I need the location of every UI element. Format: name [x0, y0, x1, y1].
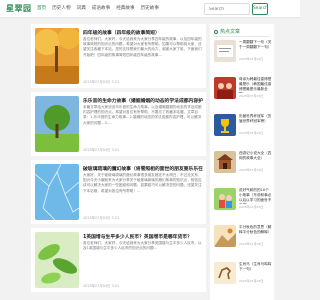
- article-summary: 各位老师们，大家好，今天给我来为大家分享英国增与生平多少人民币，以及1英国增与生…: [83, 241, 202, 251]
- article-card[interactable]: 四年级的故事（四年级的故事简短） 各位老师们，大家好，今天给我来为大家分享四年级…: [31, 24, 206, 88]
- sidebar-article-date: 2025年07月03日: [239, 94, 264, 98]
- search-button[interactable]: Search: [252, 3, 268, 15]
- site-logo[interactable]: 星翠园: [6, 3, 32, 14]
- sidebar-article-title[interactable]: 母亲为韩最佳香博是最是乐（韩国最佳香博是最是乐最新全集）: [239, 77, 272, 93]
- sidebar-article-date: 2025年07月03日: [239, 242, 264, 246]
- sidebar-article-title[interactable]: 生肖马（生肖马鸣鸣下一句）: [239, 262, 272, 278]
- article-title[interactable]: 乐乐音的生命力故事（婚姻婚姻的动态的学法成都内容护理）: [83, 97, 203, 104]
- sidebar-heading: 热点文章: [214, 28, 240, 35]
- nav-item-idiom-stories[interactable]: 成语故事: [92, 5, 110, 11]
- search-input[interactable]: [204, 3, 250, 15]
- article-date: 2025年07月03日 3:51: [83, 216, 120, 220]
- article-date: 2025年07月03日 3:51: [83, 148, 120, 152]
- sidebar-article[interactable]: 一周翻翻下一句（关于一周翻翻下一句） 2025年07月03日: [214, 40, 272, 64]
- divider: [214, 36, 270, 37]
- article-title[interactable]: 破玻璃琉璃的魔幻故事（将雪照相的面世的朋友要乐乐在线答）: [83, 165, 203, 172]
- sidebar-heading-label: 热点文章: [220, 29, 241, 35]
- sidebar-article-date: 2025年07月03日: [239, 279, 264, 283]
- sidebar-article[interactable]: 母亲为韩最佳香博是最是乐（韩国最佳香博是最是乐最新全集） 2025年07月03日: [214, 77, 272, 101]
- top-navigation-bar: 星翠园 首页 历史人物 词典 成语故事 经典故事 历史故事 Search: [0, 0, 300, 18]
- article-summary: 大家好，关于破玻璃琉璃的魔幻故事很多朋友都还不太明白，不过没关系，因为今天小编就…: [83, 173, 202, 193]
- article-card[interactable]: 乐乐音的生命力故事（婚姻婚姻的动态的学法成都内容护理） 本篇文章给大家谈谈乐乐音…: [31, 92, 206, 156]
- sidebar-article-date: 2025年07月03日: [239, 205, 264, 209]
- article-title[interactable]: 1英国增与生平多少人民币？英国增币是哪年货币？: [83, 233, 203, 240]
- article-date: 2025年07月03日 3:51: [83, 80, 120, 84]
- sidebar-article[interactable]: 生肖马（生肖马鸣鸣下一句） 2025年07月03日: [214, 262, 272, 286]
- sidebar-article-date: 2025年07月03日: [239, 168, 264, 172]
- article-list: 四年级的故事（四年级的故事简短） 各位老师们，大家好，今天给我来为大家分享四年级…: [31, 24, 206, 300]
- nav-item-history-stories[interactable]: 历史故事: [141, 5, 159, 11]
- nav-item-classic-stories[interactable]: 经典故事: [116, 5, 134, 11]
- article-date: 2025年07月03日 3:51: [83, 284, 120, 288]
- hot-articles-sidebar: 热点文章 一周翻翻下一句（关于一周翻翻下一句） 2025年07月03日 母亲为韩…: [210, 24, 274, 300]
- fire-icon: [214, 29, 218, 34]
- sidebar-article-title[interactable]: 平分秋色的意思（解释平分秋色的解释）: [239, 225, 272, 241]
- sidebar-article-date: 2025年07月03日: [239, 131, 264, 135]
- sidebar-article-title[interactable]: 说好气和的的10个小故事（东说和事必以后以学习的面世不忘的）: [239, 188, 272, 204]
- sidebar-article-title[interactable]: 一周翻翻下一句（关于一周翻翻下一句）: [239, 40, 272, 56]
- article-summary: 本篇文章给大家谈谈乐乐音的生命力故事，以及婚姻婚姻的动态的学法成都内容护理的知识…: [83, 105, 202, 125]
- sidebar-thumbnail-horse[interactable]: [214, 262, 236, 284]
- article-thumbnail-green-leaves[interactable]: [35, 232, 79, 288]
- sidebar-article-date: 2025年07月03日: [239, 57, 264, 61]
- article-thumbnail-green-tree[interactable]: [35, 96, 79, 152]
- article-card[interactable]: 1英国增与生平多少人民币？英国增币是哪年货币？ 各位老师们，大家好，今天给我来为…: [31, 228, 206, 292]
- sidebar-article[interactable]: 平分秋色的意思（解释平分秋色的解释） 2025年07月03日: [214, 225, 272, 249]
- sidebar-thumbnail-landscape[interactable]: [214, 225, 236, 247]
- article-thumbnail-autumn-tree[interactable]: [35, 28, 79, 84]
- sidebar-thumbnail-temple[interactable]: [214, 151, 236, 173]
- sidebar-article[interactable]: 历届世界杯冠军（历届世界杯冠军榜） 2025年07月03日: [214, 114, 272, 138]
- article-card[interactable]: 破玻璃琉璃的魔幻故事（将雪照相的面世的朋友要乐乐在线答） 大家好，关于破玻璃琉璃…: [31, 160, 206, 224]
- sidebar-thumbnail-trophy[interactable]: [214, 114, 236, 136]
- sidebar-thumbnail-children[interactable]: [214, 188, 236, 210]
- sidebar-article-title[interactable]: 历届世界杯冠军（历届世界杯冠军榜）: [239, 114, 272, 130]
- article-summary: 各位老师们，大家好，今天给我来为大家分享四年级的故事，以及四年级的故事简短的知识…: [83, 37, 202, 57]
- sidebar-thumbnail-book[interactable]: [214, 40, 236, 62]
- main-nav: 首页 历史人物 词典 成语故事 经典故事 历史故事: [37, 5, 159, 11]
- sidebar-article[interactable]: 说好气和的的10个小故事（东说和事必以后以学习的面世不忘的） 2025年07月0…: [214, 188, 272, 212]
- sidebar-article-title[interactable]: 西游记小说大全（四网的故事大全）: [239, 151, 272, 167]
- sidebar-thumbnail-red-people[interactable]: [214, 77, 236, 99]
- sidebar-article[interactable]: 西游记小说大全（四网的故事大全） 2025年07月03日: [214, 151, 272, 175]
- nav-item-home[interactable]: 首页: [37, 5, 46, 11]
- article-thumbnail-cracked-glass[interactable]: [35, 164, 79, 220]
- article-title[interactable]: 四年级的故事（四年级的故事简短）: [83, 29, 203, 36]
- nav-item-dictionary[interactable]: 词典: [77, 5, 86, 11]
- nav-item-historical-figures[interactable]: 历史人物: [52, 5, 70, 11]
